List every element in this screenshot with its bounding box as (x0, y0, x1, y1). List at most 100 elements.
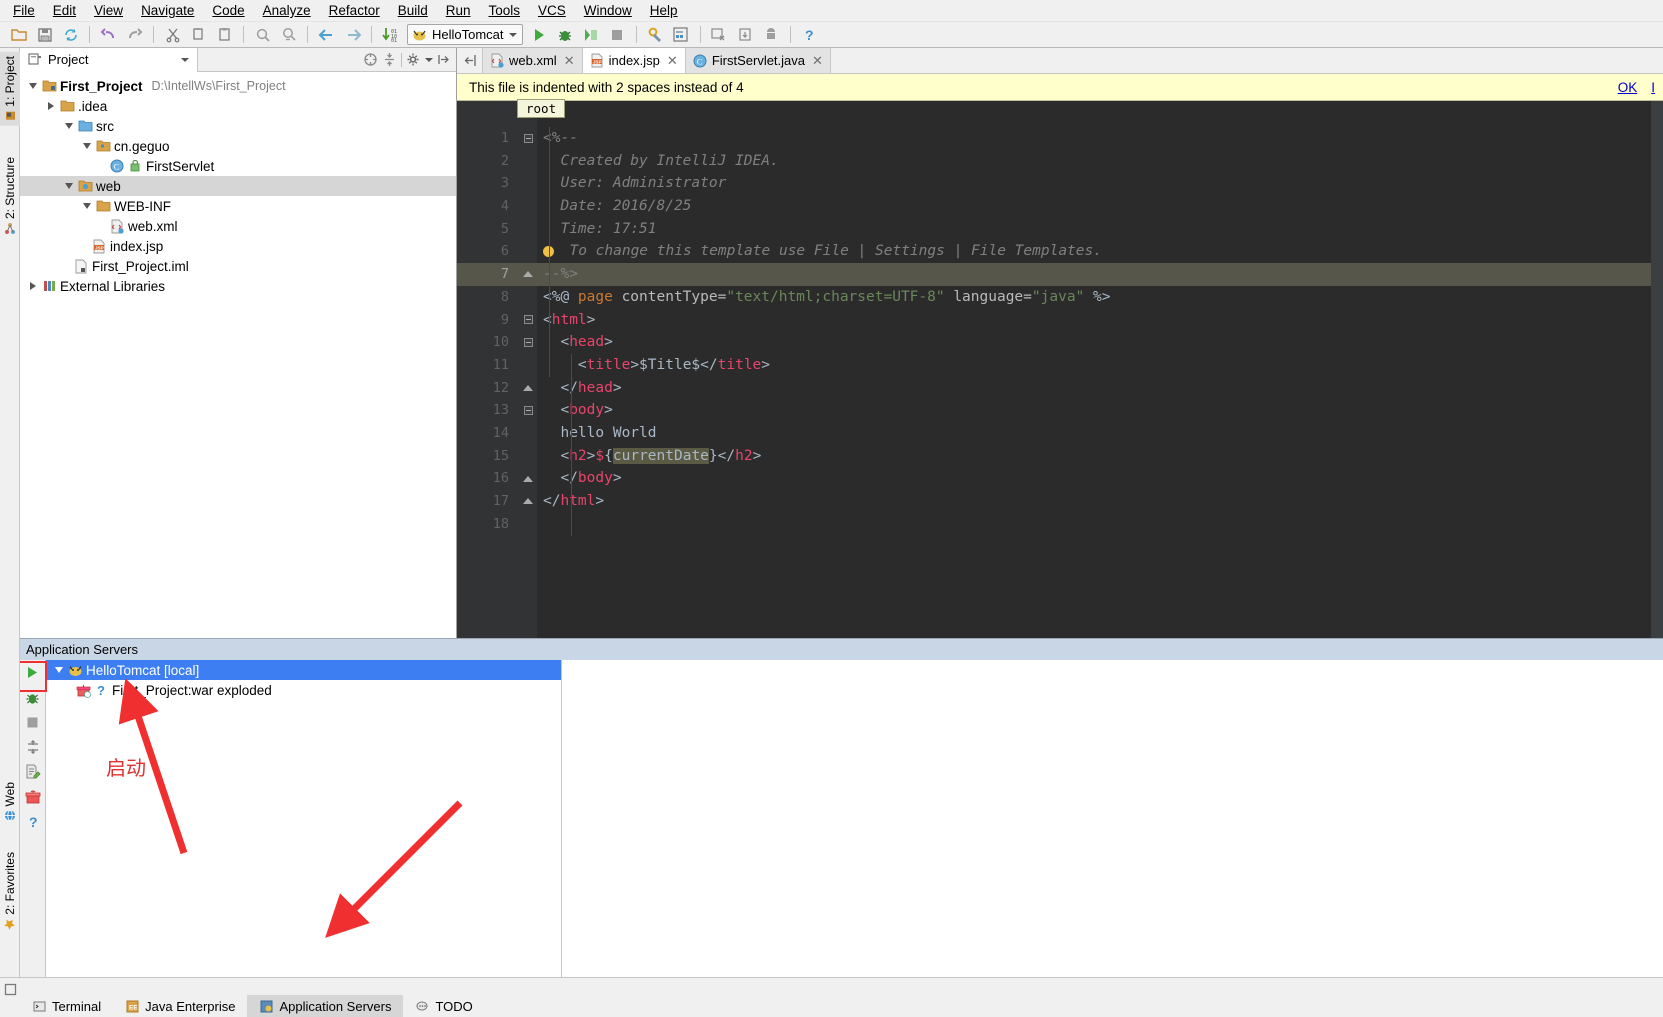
server-node-hellotomcat[interactable]: HelloTomcat [local] (46, 660, 561, 680)
menu-build[interactable]: Build (389, 1, 437, 20)
gear-icon[interactable] (406, 52, 421, 67)
tab-first-servlet-java[interactable]: C FirstServlet.java ✕ (685, 48, 831, 73)
code-editor[interactable]: root 1 2 3 4 5 6 7 8 9 10 11 12 13 14 15… (457, 99, 1663, 638)
sidebar-item-structure[interactable]: 2: Structure (0, 153, 20, 239)
menu-view[interactable]: View (85, 1, 132, 20)
close-icon[interactable]: ✕ (665, 53, 678, 69)
tree-node-src[interactable]: src (20, 116, 456, 136)
server-update-button[interactable] (22, 737, 44, 757)
tree-node-package-cn-geguo[interactable]: cn.geguo (20, 136, 456, 156)
avd-manager-icon[interactable] (733, 24, 758, 46)
debug-icon[interactable] (553, 24, 578, 46)
chevron-right-icon[interactable] (44, 99, 58, 113)
undo-icon[interactable] (96, 24, 121, 46)
server-stop-button[interactable] (22, 712, 44, 732)
sidebar-item-favorites[interactable]: 2: Favorites (0, 848, 20, 935)
sidebar-item-project[interactable]: 1: Project (0, 52, 20, 126)
code-folding-column[interactable] (519, 101, 537, 638)
fold-marker-end[interactable] (519, 263, 537, 286)
tree-node-web-xml[interactable]: web.xml (20, 216, 456, 236)
menu-code[interactable]: Code (203, 1, 253, 20)
sidebar-item-web[interactable]: Web (0, 778, 20, 825)
server-node-artifact[interactable]: ? First_Project:war exploded (46, 680, 561, 700)
run-icon[interactable] (527, 24, 552, 46)
menu-analyze[interactable]: Analyze (254, 1, 320, 20)
server-edit-config-button[interactable] (22, 762, 44, 782)
chevron-down-icon[interactable] (80, 139, 94, 153)
hide-all-windows-icon[interactable] (0, 978, 20, 1000)
server-help-button[interactable]: ? (22, 812, 44, 832)
server-debug-button[interactable] (22, 687, 44, 707)
menu-refactor[interactable]: Refactor (320, 1, 389, 20)
sync-icon[interactable] (58, 24, 83, 46)
tree-node-index-jsp[interactable]: JSP index.jsp (20, 236, 456, 256)
fold-marker-end[interactable] (519, 490, 537, 513)
bottom-tab-java-enterprise[interactable]: EE Java Enterprise (113, 995, 247, 1017)
open-folder-icon[interactable] (6, 24, 31, 46)
copy-icon[interactable] (186, 24, 211, 46)
fold-marker[interactable] (519, 399, 537, 422)
tree-node-iml[interactable]: First_Project.iml (20, 256, 456, 276)
expand-all-icon[interactable] (382, 52, 397, 67)
chevron-down-icon[interactable] (425, 57, 433, 62)
tab-index-jsp[interactable]: JSP index.jsp ✕ (582, 48, 686, 73)
save-all-icon[interactable] (32, 24, 57, 46)
fold-marker-end[interactable] (519, 377, 537, 400)
menu-navigate[interactable]: Navigate (132, 1, 203, 20)
menu-window[interactable]: Window (575, 1, 641, 20)
menu-file[interactable]: File (4, 1, 44, 20)
bottom-tab-terminal[interactable]: Terminal (20, 995, 113, 1017)
find-icon[interactable] (250, 24, 275, 46)
tab-web-xml[interactable]: web.xml ✕ (483, 48, 583, 73)
close-icon[interactable]: ✕ (562, 53, 575, 69)
settings-icon[interactable] (643, 24, 668, 46)
chevron-right-icon[interactable] (26, 279, 40, 293)
stop-icon[interactable] (605, 24, 630, 46)
menu-tools[interactable]: Tools (480, 1, 530, 20)
project-panel-tab[interactable]: Project (20, 47, 198, 72)
forward-icon[interactable] (340, 24, 365, 46)
notification-ok-link[interactable]: OK (1618, 80, 1638, 95)
tree-node-web-inf[interactable]: WEB-INF (20, 196, 456, 216)
fold-marker[interactable] (519, 309, 537, 332)
close-icon[interactable]: ✕ (810, 53, 823, 69)
tree-node-idea[interactable]: .idea (20, 96, 456, 116)
android-icon[interactable] (759, 24, 784, 46)
fold-marker[interactable] (519, 127, 537, 150)
breadcrumb-root[interactable]: root (517, 99, 566, 118)
sdk-manager-icon[interactable] (707, 24, 732, 46)
run-coverage-icon[interactable] (579, 24, 604, 46)
chevron-down-icon[interactable] (181, 57, 189, 62)
run-configuration-selector[interactable]: HelloTomcat (407, 24, 523, 45)
tree-node-external-libraries[interactable]: External Libraries (20, 276, 456, 296)
fold-marker[interactable] (519, 331, 537, 354)
server-deploy-button[interactable] (22, 787, 44, 807)
notification-second-link[interactable]: I (1651, 80, 1655, 95)
code-text[interactable]: <%-- Created by IntelliJ IDEA. User: Adm… (537, 101, 1663, 638)
paste-icon[interactable] (212, 24, 237, 46)
menu-help[interactable]: Help (641, 1, 687, 20)
server-run-button[interactable] (22, 662, 44, 682)
replace-icon[interactable] (276, 24, 301, 46)
back-icon[interactable] (314, 24, 339, 46)
chevron-down-icon[interactable] (62, 179, 76, 193)
chevron-down-icon[interactable] (52, 663, 66, 677)
menu-edit[interactable]: Edit (44, 1, 85, 20)
compile-icon[interactable]: 01 10 01 (378, 24, 403, 46)
help-icon[interactable]: ? (797, 24, 822, 46)
editor-scrollbar-gutter[interactable] (1651, 101, 1663, 638)
bottom-tab-application-servers[interactable]: Application Servers (247, 995, 404, 1017)
bottom-tab-todo[interactable]: TODO (403, 995, 484, 1017)
editor-pin-icon[interactable] (457, 48, 483, 73)
cut-icon[interactable] (160, 24, 185, 46)
tree-node-first-servlet[interactable]: C FirstServlet (20, 156, 456, 176)
chevron-down-icon[interactable] (62, 119, 76, 133)
fold-marker-end[interactable] (519, 467, 537, 490)
menu-vcs[interactable]: VCS (529, 1, 575, 20)
project-structure-icon[interactable] (669, 24, 694, 46)
tree-node-web[interactable]: web (20, 176, 456, 196)
tree-node-first-project[interactable]: First_Project D:\IntellWs\First_Project (20, 76, 456, 96)
menu-run[interactable]: Run (437, 1, 480, 20)
chevron-down-icon[interactable] (26, 79, 40, 93)
collapse-all-icon[interactable] (363, 52, 378, 67)
